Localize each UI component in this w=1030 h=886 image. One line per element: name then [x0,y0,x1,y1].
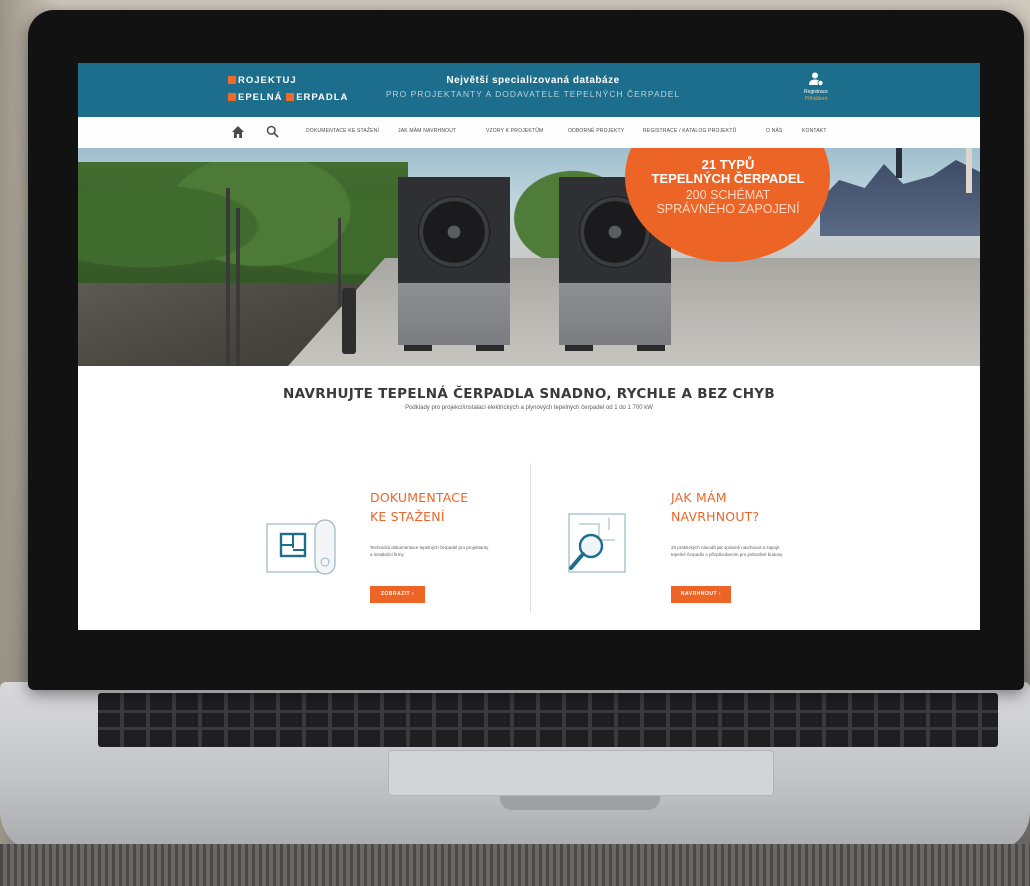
promo-text: 21 TYPŮ TEPELNÝCH ČERPADEL 200 SCHÉMAT S… [638,157,818,217]
design-button[interactable]: NAVRHNOUT › [671,586,731,603]
logo-square-icon [286,93,295,101]
home-icon[interactable] [231,125,245,139]
nav-item-registration[interactable]: REGISTRACE / KATALOG PROJEKTŮ [643,128,736,134]
page-subtitle: Podklady pro projekci/instalaci elektric… [405,405,653,411]
card-how-to-design: JAK MÁM NAVRHNOUT? 20 praktických návodů… [565,488,805,618]
hero-pole [236,208,240,366]
card-title-line-1: JAK MÁM [671,490,727,505]
logo-line-1: ROJEKTUJ [228,72,368,89]
heat-pump-foot [404,345,432,351]
promo-line-4: SPRÁVNÉHO ZAPOJENÍ [656,202,800,216]
hero-banner: 21 TYPŮ TEPELNÝCH ČERPADEL 200 SCHÉMAT S… [78,148,980,366]
site-header: ROJEKTUJ EPELNÁ ERPADLA Největší special… [78,63,980,117]
heat-pump-foot [476,345,504,351]
magnifier-plan-icon [568,513,626,573]
heat-pump-bottom [398,283,510,345]
laptop-trackpad [388,750,774,796]
tagline-sub: PRO PROJEKTANTY A DODAVATELE TEPELNÝCH Č… [385,89,681,99]
card-description: Technická dokumentace tepelných čerpadel… [370,545,489,557]
blueprint-icon [266,519,336,575]
show-documentation-button[interactable]: ZOBRAZIT › [370,586,425,603]
heat-pump-foot [637,345,665,351]
promo-line-3: 200 SCHÉMAT [685,188,771,202]
nav-item-templates[interactable]: VZORY K PROJEKTŮM [486,128,543,134]
logo-square-icon [228,93,236,101]
heat-pump-foot [565,345,593,351]
card-title: JAK MÁM NAVRHNOUT? [671,488,759,526]
user-login-link[interactable]: Registrace Přihlášení [786,71,846,102]
page-title: NAVRHUJTE TEPELNÁ ČERPADLA SNADNO, RYCHL… [283,386,775,402]
hero-chimney [966,148,972,193]
laptop-keyboard [98,693,998,747]
hero-vent-pipe [342,288,356,354]
promo-line-1: 21 TYPŮ [701,157,755,172]
card-title-line-2: NAVRHNOUT? [671,509,760,524]
nav-item-projects[interactable]: ODBORNÉ PROJEKTY [568,128,624,134]
column-divider [530,463,531,613]
user-plus-icon [809,72,824,86]
search-icon[interactable] [266,125,279,138]
card-documentation: DOKUMENTACE KE STAŽENÍ Technická dokumen… [263,488,503,618]
card-description: 20 praktických návodů jak správně navrhn… [671,545,783,557]
login-link[interactable]: Přihlášení [786,96,846,102]
card-title-line-2: KE STAŽENÍ [370,509,445,524]
logo-square-icon [228,76,236,84]
website-screen: ROJEKTUJ EPELNÁ ERPADLA Největší special… [78,63,980,630]
nav-item-how-to-design[interactable]: JAK MÁM NAVRHNOUT [398,128,456,134]
header-tagline: Největší specializovaná databáze PRO PRO… [368,75,698,99]
card-title-line-1: DOKUMENTACE [370,490,469,505]
logo-line-2: EPELNÁ ERPADLA [228,89,368,106]
register-link[interactable]: Registrace [786,89,846,95]
promo-line-2: TEPELNÝCH ČERPADEL [651,171,805,186]
fan-icon [418,196,490,268]
heat-pump-top [398,177,510,283]
card-title: DOKUMENTACE KE STAŽENÍ [370,488,468,526]
hero-chimney [896,148,902,178]
nav-item-about[interactable]: O NÁS [766,128,783,134]
hero-pole [226,188,230,366]
main-headline: NAVRHUJTE TEPELNÁ ČERPADLA SNADNO, RYCHL… [78,386,980,411]
tagline-main: Největší specializovaná databáze [446,75,620,86]
hero-heat-pump [398,177,510,351]
main-nav: DOKUMENTACE KE STAŽENÍ JAK MÁM NAVRHNOUT… [78,117,980,149]
site-logo[interactable]: ROJEKTUJ EPELNÁ ERPADLA [228,72,368,108]
heat-pump-bottom [559,283,671,345]
table-surface [0,844,1030,886]
nav-item-contact[interactable]: KONTAKT [802,128,827,134]
laptop-front-notch [500,796,660,810]
nav-item-downloads[interactable]: DOKUMENTACE KE STAŽENÍ [306,128,379,134]
